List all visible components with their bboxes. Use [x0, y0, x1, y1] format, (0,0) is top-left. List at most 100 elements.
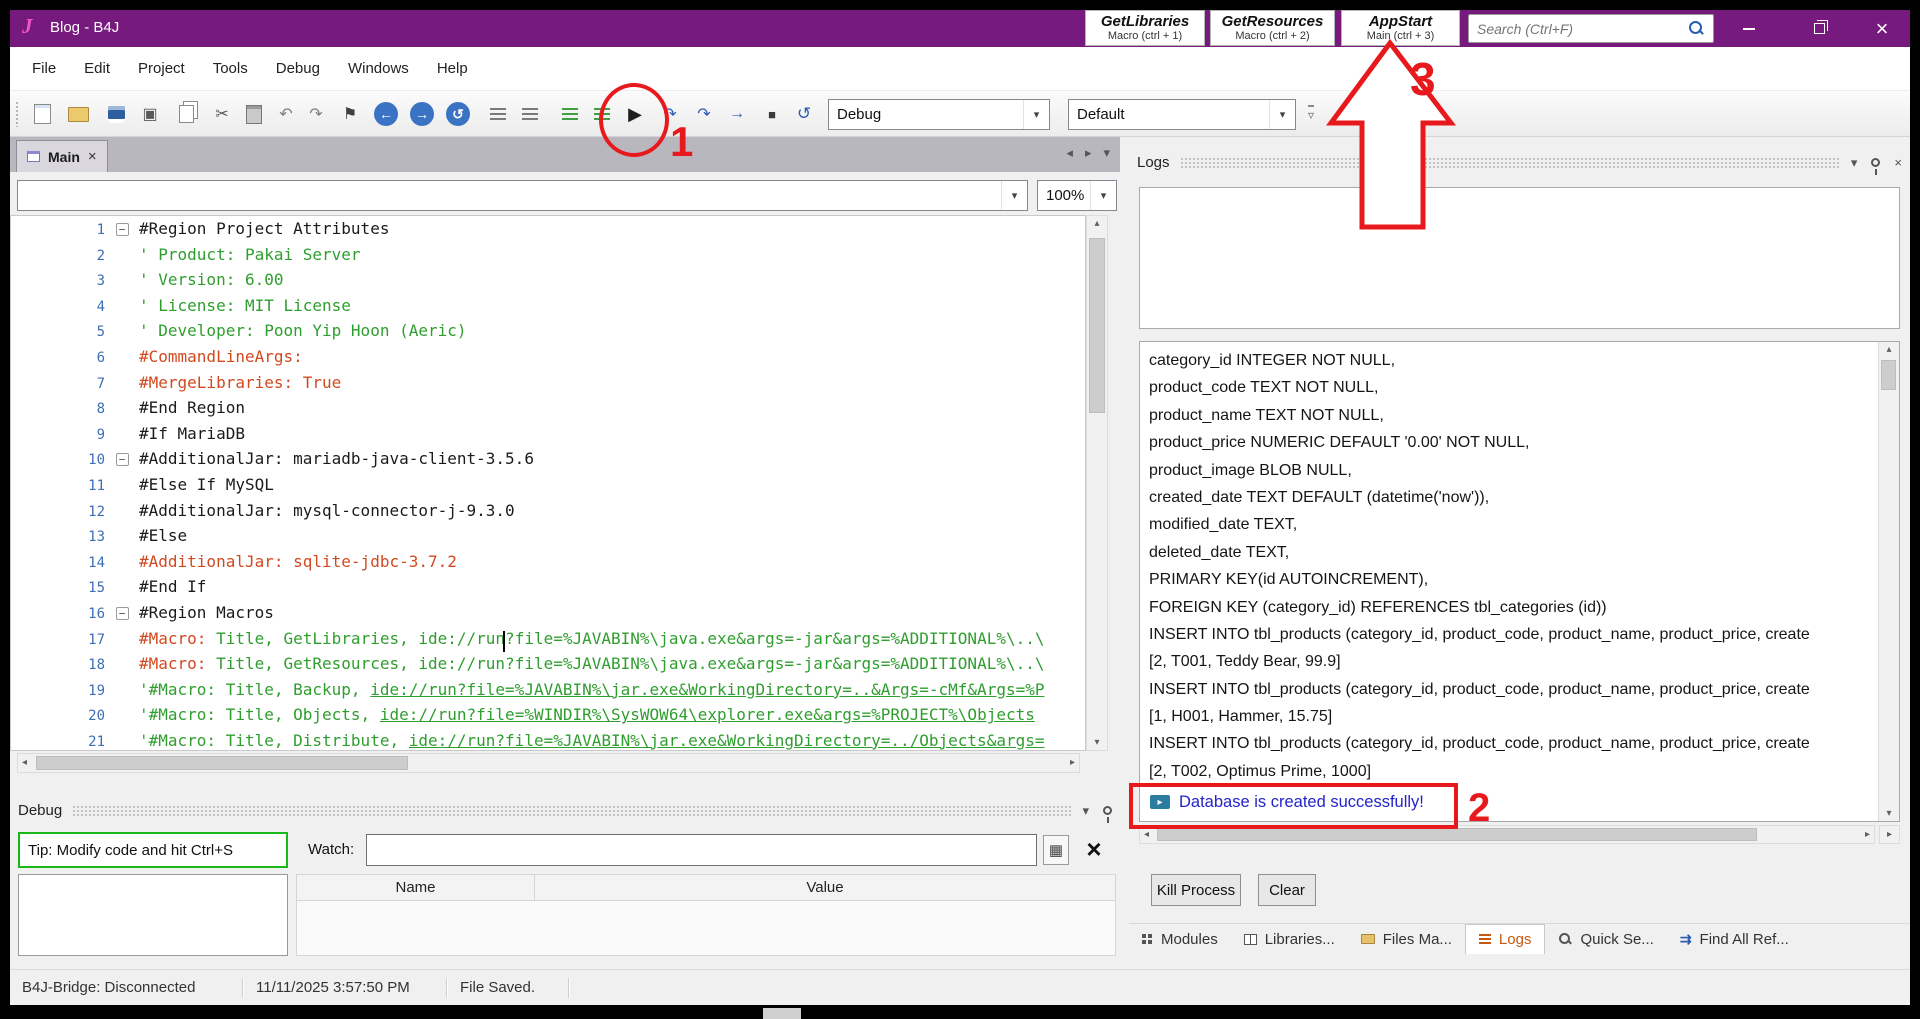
line-number[interactable]: 17 — [11, 628, 105, 654]
line-number[interactable]: 18 — [11, 653, 105, 679]
nav-back-icon[interactable]: ← — [374, 102, 398, 126]
logs-scroll-corner[interactable]: ▸ — [1879, 825, 1900, 844]
code-line-3[interactable]: 3 ' Version: 6.00 — [11, 267, 1085, 293]
chevron-down-icon[interactable]: ▾ — [1001, 181, 1027, 210]
nav-recent-icon[interactable]: ↺ — [446, 102, 470, 126]
code-line-16[interactable]: 16− #Region Macros — [11, 600, 1085, 626]
scroll-left-icon[interactable]: ◂ — [22, 757, 27, 768]
scrollbar-thumb[interactable] — [1881, 360, 1896, 390]
new-file-icon[interactable] — [28, 100, 56, 128]
logs-filter-box[interactable] — [1139, 187, 1900, 329]
line-number[interactable]: 2 — [11, 244, 105, 270]
tab-close-icon[interactable]: × — [88, 148, 97, 165]
code-text[interactable]: '#Macro: Title, Distribute, ide://run?fi… — [139, 731, 1044, 750]
step-into-icon[interactable]: ↷ — [656, 100, 684, 128]
cut-icon[interactable]: ✂ — [208, 100, 236, 128]
fold-marker-icon[interactable]: − — [105, 216, 139, 242]
logs-horizontal-scrollbar[interactable]: ◂ ▸ — [1139, 825, 1875, 844]
line-number[interactable]: 5 — [11, 320, 105, 346]
scroll-up-icon[interactable]: ▴ — [1087, 218, 1107, 229]
line-number[interactable]: 15 — [11, 576, 105, 602]
pin-icon[interactable] — [1103, 806, 1112, 823]
chevron-down-icon[interactable]: ▾ — [1023, 100, 1049, 129]
code-text[interactable]: #AdditionalJar: mysql-connector-j-9.3.0 — [139, 501, 515, 520]
tab-logs[interactable]: Logs — [1464, 924, 1546, 954]
menu-windows[interactable]: Windows — [334, 60, 423, 77]
code-text[interactable]: #If MariaDB — [139, 424, 245, 443]
minimize-button[interactable] — [1714, 10, 1784, 47]
chevron-down-icon[interactable]: ▾ — [1090, 181, 1116, 210]
line-number[interactable]: 4 — [11, 295, 105, 321]
tab-list-icon[interactable]: ▾ — [1103, 145, 1110, 161]
code-text[interactable]: #CommandLineArgs: — [139, 347, 303, 366]
line-number[interactable]: 20 — [11, 704, 105, 730]
code-line-4[interactable]: 4 ' License: MIT License — [11, 293, 1085, 319]
code-text[interactable]: #AdditionalJar: mariadb-java-client-3.5.… — [139, 449, 534, 468]
code-line-18[interactable]: 18 #Macro: Title, GetResources, ide://run… — [11, 651, 1085, 677]
scrollbar-thumb[interactable] — [36, 756, 408, 770]
line-number[interactable]: 11 — [11, 474, 105, 500]
step-out-icon[interactable]: → — [723, 100, 751, 128]
line-number[interactable]: 13 — [11, 525, 105, 551]
code-text[interactable]: ' Version: 6.00 — [139, 270, 284, 289]
chevron-down-icon[interactable]: ▾ — [1269, 100, 1295, 129]
line-number[interactable]: 1 — [11, 218, 105, 244]
code-line-9[interactable]: 9 #If MariaDB — [11, 421, 1085, 447]
line-number[interactable]: 12 — [11, 500, 105, 526]
logs-output[interactable]: category_id INTEGER NOT NULL, product_cod… — [1139, 341, 1900, 822]
menu-edit[interactable]: Edit — [70, 60, 124, 77]
find-in-files-icon[interactable]: ▣ — [136, 100, 164, 128]
panel-menu-icon[interactable]: ▾ — [1851, 155, 1858, 171]
clear-watch-button[interactable]: × — [1074, 833, 1114, 866]
line-number[interactable]: 7 — [11, 372, 105, 398]
menu-help[interactable]: Help — [423, 60, 482, 77]
scrollbar-thumb[interactable] — [1157, 828, 1757, 841]
tab-scroll-right-icon[interactable]: ▸ — [1085, 145, 1092, 161]
code-editor[interactable]: 1− #Region Project Attributes 2 ' Product: … — [10, 215, 1086, 751]
line-number[interactable]: 14 — [11, 551, 105, 577]
tab-libraries[interactable]: Libraries... — [1231, 924, 1348, 954]
watch-input[interactable] — [366, 834, 1037, 866]
code-line-12[interactable]: 12 #AdditionalJar: mysql-connector-j-9.3.… — [11, 498, 1085, 524]
column-name[interactable]: Name — [297, 875, 535, 900]
line-number[interactable]: 19 — [11, 679, 105, 705]
scroll-left-icon[interactable]: ◂ — [1144, 829, 1149, 840]
maximize-button[interactable] — [1784, 10, 1854, 47]
code-line-2[interactable]: 2 ' Product: Pakai Server — [11, 242, 1085, 268]
code-text[interactable]: ' Developer: Poon Yip Hoon (Aeric) — [139, 321, 467, 340]
undo-icon[interactable]: ↶ — [272, 100, 300, 128]
clear-logs-button[interactable]: Clear — [1258, 874, 1316, 906]
menu-project[interactable]: Project — [124, 60, 199, 77]
kill-process-button[interactable]: Kill Process — [1151, 874, 1241, 906]
watch-grid-button[interactable]: ▦ — [1043, 835, 1069, 865]
line-number[interactable]: 21 — [11, 730, 105, 750]
code-text[interactable]: #MergeLibraries: True — [139, 373, 341, 392]
menu-tools[interactable]: Tools — [199, 60, 262, 77]
search-icon[interactable] — [1687, 20, 1705, 38]
code-text[interactable]: ' Product: Pakai Server — [139, 245, 361, 264]
code-text[interactable]: #End If — [139, 577, 206, 596]
code-text[interactable]: #Region Macros — [139, 603, 274, 622]
save-icon[interactable] — [102, 100, 130, 128]
scroll-down-icon[interactable]: ▾ — [1879, 808, 1899, 819]
code-line-20[interactable]: 20 '#Macro: Title, Objects, ide://run?fil… — [11, 702, 1085, 728]
code-line-17[interactable]: 17 #Macro: Title, GetLibraries, ide://run… — [11, 626, 1085, 652]
code-text[interactable]: #Macro: Title, GetLibraries, ide://run?f… — [139, 629, 1045, 648]
code-text[interactable]: ' License: MIT License — [139, 296, 351, 315]
code-text[interactable]: '#Macro: Title, Objects, ide://run?file=… — [139, 705, 1035, 724]
code-text[interactable]: #Else If MySQL — [139, 475, 274, 494]
pin-icon[interactable] — [1871, 158, 1881, 175]
code-line-6[interactable]: 6 #CommandLineArgs: — [11, 344, 1085, 370]
column-value[interactable]: Value — [535, 875, 1115, 900]
tab-files-ma[interactable]: Files Ma... — [1348, 924, 1465, 954]
indent-icon[interactable] — [484, 100, 512, 128]
stop-icon[interactable]: ■ — [758, 100, 786, 128]
module-selector[interactable]: ▾ — [17, 180, 1028, 211]
line-number[interactable]: 3 — [11, 269, 105, 295]
editor-horizontal-scrollbar[interactable]: ◂ ▸ — [17, 753, 1080, 773]
line-number[interactable]: 6 — [11, 346, 105, 372]
code-text[interactable]: '#Macro: Title, Backup, ide://run?file=%… — [139, 680, 1044, 699]
line-number[interactable]: 8 — [11, 397, 105, 423]
line-number[interactable]: 10 — [11, 448, 105, 474]
scroll-down-icon[interactable]: ▾ — [1087, 737, 1107, 748]
